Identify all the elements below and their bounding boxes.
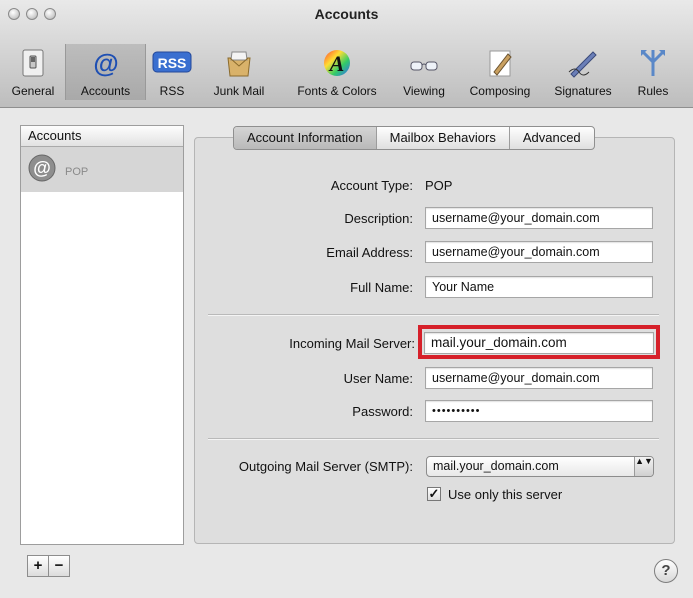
outgoing-server-label: Outgoing Mail Server (SMTP): [238, 459, 413, 474]
toolbar-label: Accounts [80, 84, 131, 98]
toolbar-label: RSS [159, 84, 185, 98]
help-button[interactable]: ? [654, 559, 678, 583]
account-row-pop[interactable]: @ POP [21, 147, 183, 192]
tab-advanced[interactable]: Advanced [508, 127, 594, 149]
outgoing-server-value: mail.your_domain.com [433, 459, 559, 473]
password-label: Password: [352, 404, 413, 419]
toolbar-rss[interactable]: RSS RSS [146, 44, 198, 100]
account-type-value: POP [425, 178, 453, 193]
preferences-window: Accounts General @ Accounts RSS RSS Junk… [0, 0, 693, 598]
outgoing-server-select[interactable]: mail.your_domain.com ▲▼ [426, 456, 654, 477]
glasses-icon [410, 61, 438, 71]
full-name-field[interactable]: Your Name [425, 276, 653, 298]
at-sign-icon: @ [93, 48, 118, 78]
toolbar-composing[interactable]: Composing [458, 44, 542, 100]
title-toolbar: Accounts General @ Accounts RSS RSS Junk… [0, 0, 693, 108]
select-arrows-icon: ▲▼ [634, 457, 653, 476]
toolbar-label: Viewing [403, 84, 445, 98]
user-name-field[interactable]: username@your_domain.com [425, 367, 653, 389]
pencil-paper-icon [489, 50, 512, 77]
incoming-server-label: Incoming Mail Server: [289, 336, 415, 351]
email-label: Email Address: [326, 245, 413, 260]
toolbar-fonts-colors[interactable]: A Fonts & Colors [280, 44, 394, 100]
rss-icon: RSS [152, 51, 192, 73]
toolbar-label: Junk Mail [213, 84, 265, 98]
fonts-colors-icon: A [324, 50, 350, 76]
tab-mailbox-behaviors[interactable]: Mailbox Behaviors [375, 127, 509, 149]
remove-account-button[interactable]: − [48, 556, 69, 576]
divider [208, 438, 659, 440]
toolbar-label: General [11, 84, 55, 98]
toolbar-label: Signatures [554, 84, 612, 98]
accounts-list: Accounts @ POP [20, 125, 184, 545]
user-name-label: User Name: [343, 371, 413, 386]
window-title: Accounts [314, 6, 379, 22]
svg-text:@: @ [93, 48, 118, 78]
description-label: Description: [344, 211, 413, 226]
account-type-label: Account Type: [330, 178, 413, 193]
toolbar-general[interactable]: General [3, 44, 63, 100]
list-controls: + − [27, 555, 70, 577]
description-field[interactable]: username@your_domain.com [425, 207, 653, 229]
email-field[interactable]: username@your_domain.com [425, 241, 653, 263]
rules-icon [641, 50, 665, 76]
at-sign-icon: @ [28, 154, 56, 182]
account-type-label: POP [65, 166, 89, 178]
toolbar-junk-mail[interactable]: Junk Mail [203, 44, 275, 100]
toolbar-label: Composing [469, 84, 531, 98]
divider [208, 314, 659, 316]
junk-mail-icon [227, 51, 251, 77]
toolbar-label: Rules [637, 84, 669, 98]
svg-text:@: @ [33, 158, 51, 178]
full-name-label: Full Name: [350, 280, 413, 295]
use-only-server-checkbox[interactable]: ✓ [427, 487, 441, 501]
accounts-list-header: Accounts [21, 126, 183, 147]
toolbar-accounts[interactable]: @ Accounts [65, 44, 146, 100]
add-account-button[interactable]: + [28, 556, 48, 576]
switch-icon [22, 49, 44, 77]
toolbar-rules[interactable]: Rules [626, 44, 680, 100]
toolbar-viewing[interactable]: Viewing [393, 44, 455, 100]
toolbar-signatures[interactable]: Signatures [543, 44, 623, 100]
pen-icon [568, 51, 597, 78]
password-field[interactable]: •••••••••• [425, 400, 653, 422]
svg-text:RSS: RSS [158, 55, 187, 71]
use-only-server-label: Use only this server [448, 487, 563, 502]
tab-account-information[interactable]: Account Information [234, 127, 376, 149]
svg-text:A: A [328, 51, 345, 76]
highlight-box [418, 325, 660, 359]
tab-bar: Account Information Mailbox Behaviors Ad… [233, 126, 595, 150]
toolbar-label: Fonts & Colors [297, 84, 377, 98]
